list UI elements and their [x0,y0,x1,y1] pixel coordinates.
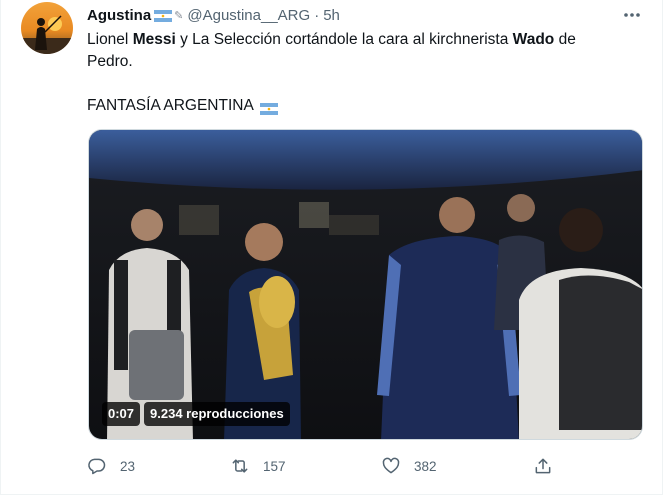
tweet-text: Lionel Messi y La Selección cortándole l… [87,29,627,117]
pen-icon: ✎ [174,9,184,22]
video-frame [89,130,642,439]
retweet-button[interactable]: 157 [230,455,286,477]
tweet-text-line-1: Lionel Messi y La Selección cortándole l… [87,29,627,51]
video-player[interactable]: 0:07 9.234 reproducciones [88,129,643,440]
retweet-count: 157 [263,458,286,474]
share-icon [535,458,551,474]
reply-count: 23 [120,458,136,474]
tweet-text-line-3: FANTASÍA ARGENTINA [87,95,627,117]
separator-dot: · [314,6,320,24]
tweet-time[interactable]: 5h [323,7,340,24]
more-icon[interactable] [620,5,644,25]
action-bar: 23 157 382 [87,455,557,477]
text-fantasia: FANTASÍA ARGENTINA [87,97,253,114]
reply-icon [88,458,106,475]
retweet-icon [232,459,248,473]
text-bold-wado: Wado [512,31,555,48]
like-button[interactable]: 382 [381,455,437,477]
share-button[interactable] [533,455,553,477]
author-name[interactable]: Agustina [87,7,151,24]
tweet-text-line-2: Pedro. [87,53,133,70]
avatar[interactable] [21,2,73,54]
video-duration: 0:07 [102,402,141,426]
heart-icon [382,457,400,474]
video-stats-badge: 0:07 9.234 reproducciones [102,402,290,426]
avatar-image [21,2,73,54]
text-segment: Lionel [87,31,133,48]
argentina-flag-icon [260,100,279,115]
text-bold-messi: Messi [132,31,176,48]
like-count: 382 [414,458,437,474]
video-views: 9.234 reproducciones [144,402,290,426]
argentina-flag-icon [154,9,173,22]
text-segment: y La Selección cortándole la cara al kir… [175,31,513,48]
text-segment: de [554,31,576,48]
tweet[interactable]: Agustina ✎ @Agustina__ARG · 5h Lionel Me… [0,0,663,495]
reply-button[interactable]: 23 [87,455,135,477]
tweet-header: Agustina ✎ @Agustina__ARG · 5h [87,5,340,25]
author-handle[interactable]: @Agustina__ARG [187,7,310,24]
